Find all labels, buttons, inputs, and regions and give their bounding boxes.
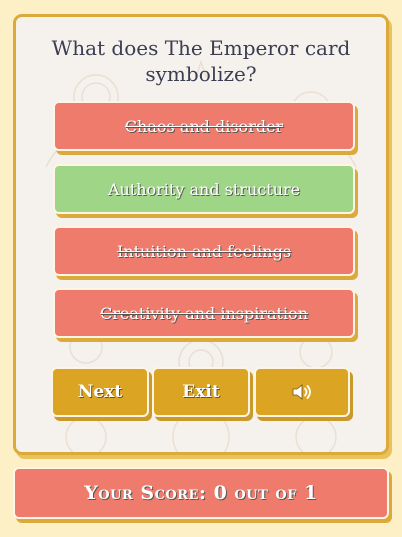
quiz-card: What does The Emperor card symbolize? Ch…: [13, 14, 389, 455]
answer-option-2[interactable]: Authority and structure: [53, 164, 355, 214]
score-text: Your Score: 0 out of 1: [84, 482, 318, 504]
speaker-icon: [292, 384, 311, 400]
answer-option-3[interactable]: Intuition and feelings: [53, 226, 355, 276]
score-banner: Your Score: 0 out of 1: [13, 467, 389, 519]
answer-option-4[interactable]: Creativity and inspiration: [53, 288, 355, 338]
answer-option-label: Creativity and inspiration: [100, 303, 308, 323]
answer-option-label: Intuition and feelings: [116, 241, 292, 261]
answer-option-1[interactable]: Chaos and disorder: [53, 101, 355, 151]
next-button-label: Next: [77, 382, 123, 402]
next-button[interactable]: Next: [51, 367, 149, 417]
question-text: What does The Emperor card symbolize?: [51, 36, 351, 86]
answer-option-label: Chaos and disorder: [124, 116, 284, 136]
exit-button[interactable]: Exit: [152, 367, 250, 417]
exit-button-label: Exit: [182, 382, 220, 402]
answer-option-label: Authority and structure: [107, 179, 301, 199]
sound-button[interactable]: [254, 367, 350, 417]
